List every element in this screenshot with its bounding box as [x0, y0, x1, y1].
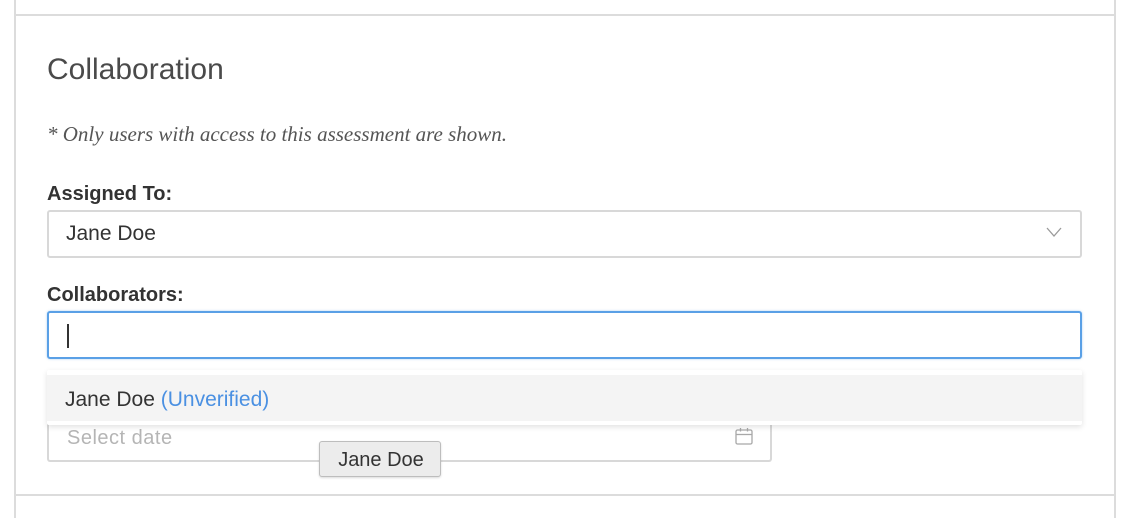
assigned-to-value: Jane Doe — [66, 222, 156, 245]
page: Collaboration * Only users with access t… — [0, 0, 1132, 518]
collaborators-input[interactable] — [47, 311, 1082, 359]
dropdown-option[interactable]: Jane Doe (Unverified) — [47, 375, 1082, 421]
tooltip-text: Jane Doe — [338, 449, 424, 471]
collaborators-dropdown: Jane Doe (Unverified) — [47, 370, 1082, 425]
access-note: * Only users with access to this assessm… — [47, 122, 508, 146]
text-caret — [67, 324, 69, 348]
option-label: Jane Doe (Unverified) — [65, 387, 269, 413]
assigned-to-label: Assigned To: — [47, 183, 173, 205]
option-status: (Unverified) — [160, 388, 270, 411]
date-placeholder: Select date — [67, 427, 173, 449]
previous-section — [14, 0, 1116, 16]
next-section — [14, 494, 1116, 518]
tooltip: Jane Doe — [319, 441, 441, 477]
chevron-down-icon — [1046, 227, 1062, 237]
calendar-icon[interactable] — [734, 426, 754, 446]
option-name: Jane Doe — [65, 388, 155, 411]
collaborators-label: Collaborators: — [47, 284, 184, 306]
assigned-to-select[interactable]: Jane Doe — [47, 210, 1082, 258]
section-title: Collaboration — [47, 53, 224, 86]
